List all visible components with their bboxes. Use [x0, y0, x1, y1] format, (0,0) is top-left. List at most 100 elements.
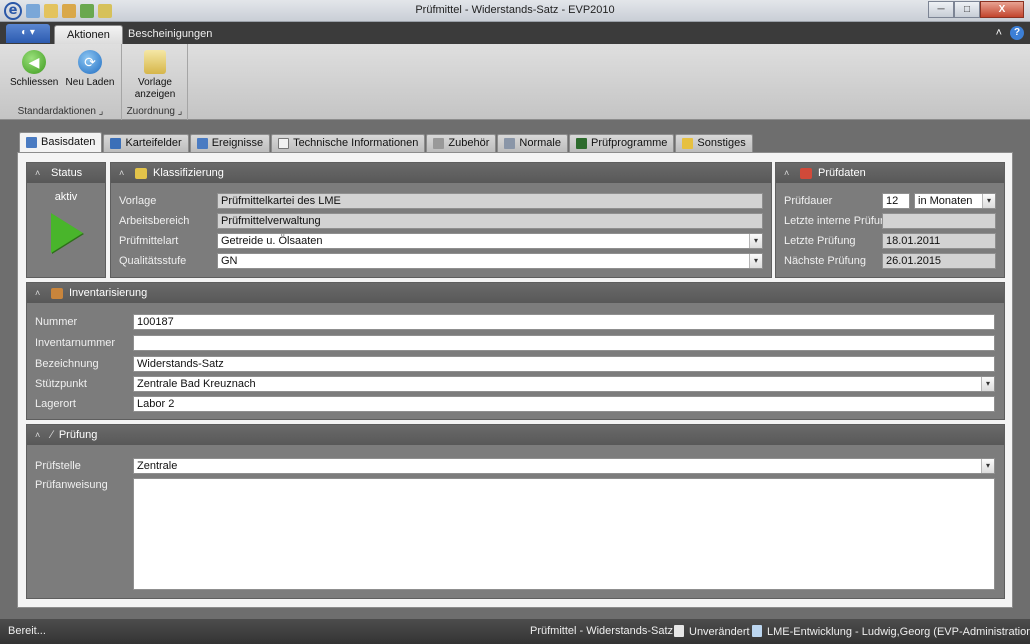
vorlage-label-line2: anzeigen: [134, 89, 176, 100]
status-value: aktiv: [54, 191, 78, 203]
nummer-label: Nummer: [35, 316, 78, 328]
app-menu-button[interactable]: ◐ ▾: [6, 24, 50, 43]
naechste-field: 26.01.2015: [882, 253, 996, 269]
dialog-launcher-icon[interactable]: ⌟: [99, 106, 104, 117]
klassifizierung-panel-header[interactable]: ˄ Klassifizierung: [111, 163, 771, 183]
tab-zubehoer[interactable]: Zubehör: [426, 134, 497, 152]
dialog-launcher-icon[interactable]: ⌟: [178, 106, 183, 117]
reload-icon: ⟳: [78, 50, 102, 74]
lagerort-label: Lagerort: [35, 398, 76, 410]
tab-karteifelder[interactable]: Karteifelder: [103, 134, 189, 152]
letzte-label: Letzte Prüfung: [784, 235, 856, 247]
neu-laden-button[interactable]: ⟳ Neu Laden: [62, 48, 118, 89]
pruefmittelart-label: Prüfmittelart: [119, 235, 179, 247]
pruefdauer-input[interactable]: 12: [882, 193, 910, 209]
chevron-down-icon[interactable]: ▾: [982, 194, 995, 208]
inventory-icon: [51, 287, 63, 299]
window-title: Prüfmittel - Widerstands-Satz - EVP2010: [415, 4, 615, 16]
tab-sonstiges[interactable]: Sonstiges: [675, 134, 753, 152]
pruefung-panel-header[interactable]: ˄ ∕ Prüfung: [27, 425, 1004, 445]
stuetzpunkt-select[interactable]: Zentrale Bad Kreuznach ▾: [133, 376, 995, 392]
collapse-icon: ˄: [35, 430, 41, 440]
program-icon: [575, 138, 587, 149]
tab-bescheinigungen[interactable]: Bescheinigungen: [116, 25, 224, 44]
einheit-value: in Monaten: [918, 195, 973, 207]
tab-aktionen[interactable]: Aktionen: [54, 25, 123, 44]
einheit-select[interactable]: in Monaten ▾: [914, 193, 996, 209]
status-panel: ˄ Status aktiv: [26, 162, 106, 278]
tab-pruefprogramme[interactable]: Prüfprogramme: [568, 134, 675, 152]
tab-ereignisse[interactable]: Ereignisse: [189, 134, 271, 152]
pruefung-panel: ˄ ∕ Prüfung Prüfstelle Zentrale ▾ Prüfanwei…: [26, 424, 1005, 599]
pruefmittelart-value: Getreide u. Ölsaaten: [221, 235, 323, 247]
bezeichnung-input[interactable]: Widerstands-Satz: [133, 356, 995, 372]
inventarisierung-panel-header[interactable]: ˄ Inventarisierung: [27, 283, 1004, 303]
chevron-down-icon[interactable]: ▾: [749, 234, 762, 248]
notes-icon: [682, 138, 694, 149]
maximize-button[interactable]: □: [954, 1, 980, 18]
status-user: LME-Entwicklung - Ludwig,Georg (EVP-Admi…: [752, 625, 1030, 638]
template-icon: [144, 50, 166, 74]
document-state-icon: [674, 625, 684, 637]
classification-icon: [135, 167, 147, 179]
lagerort-input[interactable]: Labor 2: [133, 396, 995, 412]
pruefdaten-panel: ˄ Prüfdaten Prüfdauer 12 in Monaten ▾ Letz…: [775, 162, 1005, 278]
collapse-icon: ˄: [35, 288, 41, 298]
title-bar: e Prüfmittel - Widerstands-Satz - EVP201…: [0, 0, 1030, 22]
ribbon-group-zuordnung: Vorlage anzeigen Zuordnung ⌟: [122, 44, 188, 120]
vorlage-label: Vorlage: [119, 195, 157, 207]
pruefanweisung-label: Prüfanweisung: [35, 479, 108, 491]
group-caption-standard: Standardaktionen ⌟: [17, 106, 104, 117]
chevron-down-icon[interactable]: ▾: [981, 377, 994, 391]
tab-technische-informationen[interactable]: Technische Informationen: [271, 134, 426, 152]
inventarisierung-panel: ˄ Inventarisierung Nummer 100187 Inventar…: [26, 282, 1005, 420]
pruefstelle-label: Prüfstelle: [35, 460, 81, 472]
pruefmittelart-select[interactable]: Getreide u. Ölsaaten ▾: [217, 233, 763, 249]
minimize-button[interactable]: ─: [928, 1, 954, 18]
qualitaetsstufe-label: Qualitätsstufe: [119, 255, 187, 267]
ribbon-collapse-icon[interactable]: ˄: [996, 27, 1002, 39]
events-icon: [196, 138, 208, 149]
letzte-interne-field: [882, 213, 996, 229]
qualitaetsstufe-select[interactable]: GN ▾: [217, 253, 763, 269]
status-state: Unverändert: [674, 625, 750, 638]
vorlage-label-line1: Vorlage: [138, 77, 172, 88]
chevron-down-icon[interactable]: ▾: [749, 254, 762, 268]
content-tab-bar: Basisdaten Karteifelder Ereignisse Techn…: [19, 132, 753, 152]
collapse-icon: ˄: [35, 168, 41, 178]
status-record: Prüfmittel - Widerstands-Satz: [530, 625, 674, 637]
card-icon: [110, 138, 122, 149]
klassifizierung-panel: ˄ Klassifizierung Vorlage Prüfmittelkarte…: [110, 162, 772, 278]
vorlage-field: Prüfmittelkartei des LME: [217, 193, 763, 209]
pruefanweisung-textarea[interactable]: [133, 478, 995, 590]
main-area: Basisdaten Karteifelder Ereignisse Techn…: [0, 120, 1030, 619]
user-icon: [752, 625, 762, 637]
letzte-interne-label: Letzte interne Prüfung: [784, 215, 893, 227]
pruefstelle-value: Zentrale: [137, 460, 178, 472]
help-icon[interactable]: ?: [1010, 26, 1024, 40]
pruefdauer-label: Prüfdauer: [784, 195, 833, 207]
nummer-input[interactable]: 100187: [133, 314, 995, 330]
tab-normale[interactable]: Normale: [497, 134, 568, 152]
ribbon-right-controls: ˄ ?: [996, 26, 1024, 40]
stuetzpunkt-label: Stützpunkt: [35, 378, 87, 390]
status-bar: Bereit... Prüfmittel - Widerstands-Satz …: [0, 619, 1030, 644]
neu-laden-label: Neu Laden: [65, 77, 115, 88]
ribbon-tab-bar: ◐ ▾ Aktionen Bescheinigungen ˄ ?: [0, 22, 1030, 44]
chevron-down-icon[interactable]: ▾: [981, 459, 994, 473]
schliessen-button[interactable]: ◀ Schliessen: [10, 48, 58, 89]
vorlage-anzeigen-button[interactable]: Vorlage anzeigen: [128, 48, 182, 101]
status-panel-header[interactable]: ˄ Status: [27, 163, 105, 183]
close-button[interactable]: X: [980, 1, 1024, 18]
inventarnummer-label: Inventarnummer: [35, 337, 116, 349]
pruefstelle-select[interactable]: Zentrale ▾: [133, 458, 995, 474]
ribbon: ◀ Schliessen ⟳ Neu Laden Standardaktione…: [0, 44, 1030, 120]
inventarnummer-input[interactable]: [133, 335, 995, 351]
group-caption-zuordnung: Zuordnung ⌟: [126, 106, 183, 117]
tab-content-basisdaten: ˄ Status aktiv ˄ Klassifizierung Vorlage P…: [17, 152, 1013, 608]
bezeichnung-label: Bezeichnung: [35, 358, 99, 370]
ribbon-group-standard: ◀ Schliessen ⟳ Neu Laden Standardaktione…: [0, 44, 122, 120]
tab-basisdaten[interactable]: Basisdaten: [19, 132, 103, 152]
pruefdaten-panel-header[interactable]: ˄ Prüfdaten: [776, 163, 1004, 183]
tools-icon: [433, 138, 445, 149]
